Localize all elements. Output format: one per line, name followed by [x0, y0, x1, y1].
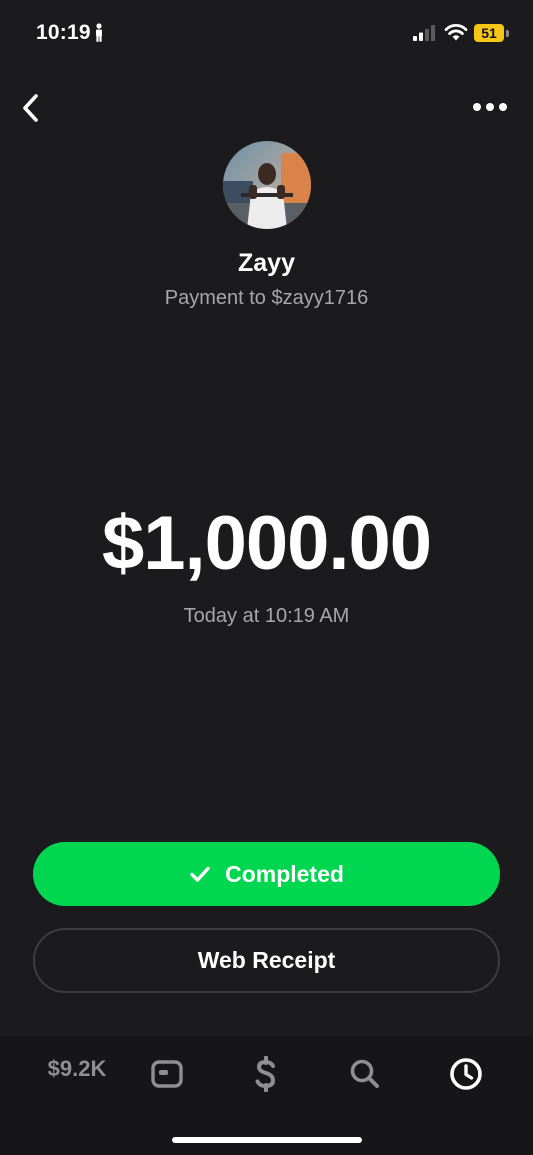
- web-receipt-label: Web Receipt: [197, 947, 336, 973]
- payment-timestamp: Today at 10:19 AM: [183, 605, 350, 627]
- cellular-signal-icon: [413, 25, 437, 46]
- recipient-avatar[interactable]: [223, 141, 311, 229]
- search-icon: [350, 1059, 379, 1088]
- chevron-left-icon: [23, 94, 38, 122]
- tab-pay[interactable]: [246, 1054, 286, 1094]
- payment-amount: $1,000.00: [101, 501, 432, 586]
- tab-card[interactable]: [147, 1054, 187, 1094]
- payment-recipient-handle: Payment to $zayy1716: [164, 287, 369, 309]
- recipient-name: Zayy: [238, 249, 295, 277]
- back-button[interactable]: [16, 90, 50, 126]
- card-icon: [151, 1060, 183, 1088]
- more-options-button[interactable]: [468, 94, 512, 120]
- battery-icon: 51: [474, 24, 510, 43]
- status-time: 10:19: [36, 21, 91, 44]
- more-dots-icon: [473, 103, 507, 111]
- tab-search[interactable]: [345, 1054, 385, 1094]
- status-bar: 10:19 51: [0, 0, 533, 64]
- person-icon: [93, 23, 105, 48]
- completed-label: Completed: [225, 860, 344, 887]
- checkmark-icon: [189, 865, 211, 883]
- tab-balance[interactable]: $9.2K: [38, 1056, 116, 1082]
- completed-status-button[interactable]: Completed: [33, 842, 500, 906]
- battery-level: 51: [481, 25, 497, 41]
- tab-activity[interactable]: [446, 1054, 486, 1094]
- home-indicator: [172, 1137, 362, 1143]
- activity-clock-icon: [450, 1058, 482, 1090]
- wifi-icon: [444, 22, 468, 47]
- dollar-icon: [255, 1056, 276, 1092]
- web-receipt-button[interactable]: Web Receipt: [33, 928, 500, 993]
